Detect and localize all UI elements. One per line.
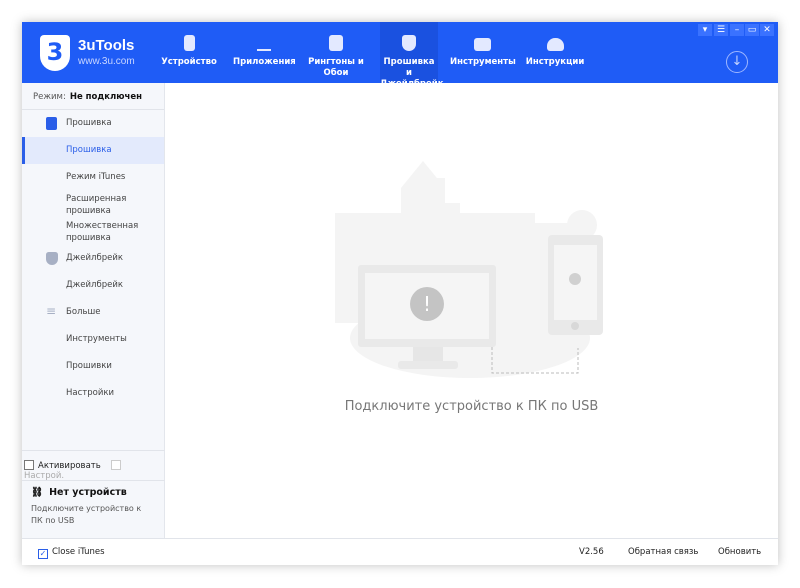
- phone-icon: [183, 35, 195, 51]
- close-itunes-checkbox[interactable]: ✓ Close iTunes: [38, 547, 105, 559]
- sidebar-item-firmwares[interactable]: Прошивки: [22, 353, 164, 380]
- app-store-icon: [257, 35, 271, 51]
- tab-tools[interactable]: Инструменты: [450, 22, 516, 83]
- music-icon: [329, 35, 343, 51]
- graduation-cap-icon: [546, 38, 564, 51]
- maximize-button[interactable]: ▭: [745, 24, 759, 36]
- sidebar-group-jailbreak[interactable]: Джейлбрейк: [22, 245, 164, 272]
- unlink-icon: ⛓: [31, 487, 44, 498]
- sidebar-item-settings[interactable]: Настройки: [22, 380, 164, 407]
- menu-icon: ≡: [46, 304, 57, 318]
- close-button[interactable]: ✕: [760, 24, 774, 36]
- sidebar-item-itunes-mode[interactable]: Режим iTunes: [22, 164, 164, 191]
- activate-checkbox[interactable]: Активировать: [24, 460, 101, 471]
- tab-ringtones[interactable]: Рингтоны и Обои: [306, 22, 366, 83]
- sidebar-group-more[interactable]: ≡ Больше: [22, 299, 164, 326]
- update-link[interactable]: Обновить: [718, 547, 761, 557]
- menu-button[interactable]: ☰: [714, 24, 728, 36]
- app-window: 3 3uTools www.3u.com Устройство Приложен…: [22, 22, 778, 565]
- skin-button[interactable]: ▾: [698, 24, 712, 36]
- tab-device[interactable]: Устройство: [158, 22, 220, 83]
- activate-row: Активировать Настрой.: [22, 450, 165, 481]
- toolbox-icon: [473, 38, 491, 51]
- version-label: V2.56: [579, 547, 604, 557]
- checkmark-icon: ✓: [38, 549, 48, 559]
- sidebar-item-batch-flash[interactable]: Множественная прошивка: [22, 218, 164, 245]
- footer: ✓ Close iTunes V2.56 Обратная связь Обнов…: [22, 538, 778, 565]
- feedback-link[interactable]: Обратная связь: [628, 547, 698, 557]
- svg-text:!: !: [423, 292, 431, 316]
- sidebar-item-advanced-flash[interactable]: Расширенная прошивка: [22, 191, 164, 218]
- app-name: 3uTools: [78, 37, 135, 54]
- logo-icon: 3: [40, 35, 70, 71]
- connect-message: Подключите устройство к ПК по USB: [344, 399, 599, 414]
- no-device-desc: Подключите устройство к ПК по USB: [31, 504, 142, 525]
- sidebar: Режим: Не подключен Прошивка Прошивка Реж…: [22, 83, 165, 538]
- sidebar-item-jailbreak[interactable]: Джейлбрейк: [22, 272, 164, 299]
- sidebar-group-flash[interactable]: Прошивка: [22, 110, 164, 137]
- flash-phone-icon: [46, 117, 57, 130]
- connect-illustration: !: [335, 161, 603, 378]
- mode-status: Режим: Не подключен: [22, 83, 164, 110]
- sidebar-item-flash[interactable]: Прошивка: [22, 137, 164, 164]
- download-button[interactable]: ↓: [726, 51, 748, 73]
- tab-tutorials[interactable]: Инструкции: [524, 22, 586, 83]
- iphone-icon: [548, 235, 603, 335]
- tab-apps[interactable]: Приложения: [233, 22, 296, 83]
- app-site: www.3u.com: [78, 56, 135, 67]
- minimize-button[interactable]: –: [730, 24, 744, 36]
- no-device-panel: ⛓ Нет устройств Подключите устройство к П…: [22, 480, 165, 538]
- tab-flash-jailbreak[interactable]: Прошивка и Джейлбрейк: [380, 22, 443, 89]
- sidebar-item-tools[interactable]: Инструменты: [22, 326, 164, 353]
- shield-icon: [46, 252, 58, 265]
- header: 3 3uTools www.3u.com Устройство Приложен…: [22, 22, 778, 89]
- shield-key-icon: [402, 35, 416, 51]
